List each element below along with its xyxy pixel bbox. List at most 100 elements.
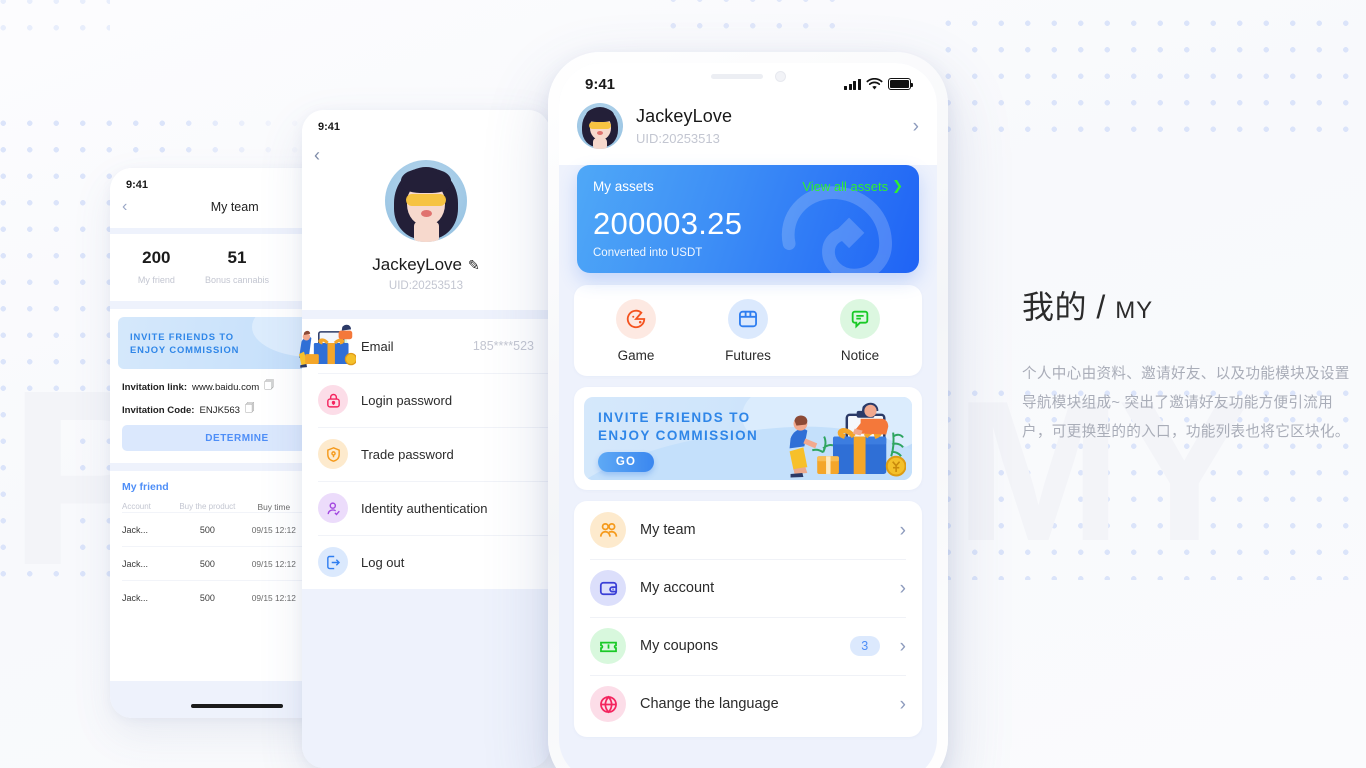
cell-account: Jack... <box>122 593 149 603</box>
profile-block: JackeyLove ✎️ UID:20253513 <box>302 142 550 292</box>
status-time: 9:41 <box>585 75 616 93</box>
cell-time: 09/15 12:12 <box>251 559 296 569</box>
dot-pattern-top-center <box>660 0 840 46</box>
menu-item-label: Change the language <box>640 696 779 712</box>
menu-item-my-account[interactable]: My account › <box>574 559 922 617</box>
profile-header-mid: › JackeyLove ✎️ UID:20253513 <box>302 138 550 310</box>
invitation-link-label: Invitation link: <box>122 381 188 393</box>
quick-action-notice[interactable]: Notice <box>804 299 916 363</box>
coupon-ticket-icon <box>590 628 626 664</box>
invitation-code-label: Invitation Code: <box>122 404 195 416</box>
banner-line-2: ENJOY COMMISSION <box>598 427 759 443</box>
cell-time: 09/15 12:12 <box>251 525 296 535</box>
personal-center-screen: 9:41 JackeyLove UID:20253513 › My assets… <box>559 63 937 768</box>
profile-uid: UID:20253513 <box>636 131 720 146</box>
invite-banner-text: INVITE FRIENDS TO ENJOY COMMISSION <box>130 330 239 357</box>
quick-action-label: Game <box>617 348 655 363</box>
menu-card: My team › My account › My coupons 3 › Ch… <box>574 501 922 737</box>
settings-row-identity[interactable]: Identity authentication <box>302 481 550 535</box>
account-settings-screen: › JackeyLove ✎️ UID:20253513 Email 185**… <box>302 138 550 768</box>
phone-account-settings: 9:41 › JackeyLove ✎️ UID:20253513 Email … <box>302 110 550 768</box>
profile-uid: UID:20253513 <box>388 280 464 292</box>
chevron-right-icon: ❯ <box>892 178 903 193</box>
tab-my-friend[interactable]: My friend <box>122 481 169 493</box>
showcase-canvas: P MY 9:41 › My team 200 My friend 51 Bon… <box>0 0 1366 768</box>
wallet-icon <box>590 570 626 606</box>
chevron-right-icon[interactable]: › <box>913 117 919 136</box>
cell-account: Jack... <box>122 559 149 569</box>
assets-card-header: My assets View all assets ❯ <box>593 178 903 194</box>
view-all-assets-link[interactable]: View all assets ❯ <box>802 178 903 194</box>
stat-my-friend: 200 My friend <box>116 248 197 285</box>
stat-label: My friend <box>137 275 175 285</box>
profile-name: JackeyLove <box>636 106 733 126</box>
settings-row-logout[interactable]: Log out <box>302 535 550 589</box>
cell-account: Jack... <box>122 525 149 535</box>
stat-value: 51 <box>227 248 247 267</box>
banner-line-1: INVITE FRIENDS TO <box>130 331 234 342</box>
assets-subtitle: Converted into USDT <box>593 247 703 259</box>
avatar[interactable] <box>577 103 623 149</box>
settings-row-login-password[interactable]: Login password <box>302 373 550 427</box>
view-all-assets-label: View all assets <box>802 178 889 194</box>
status-time: 9:41 <box>126 179 149 191</box>
menu-item-my-team[interactable]: My team › <box>574 501 922 559</box>
settings-row-trade-password[interactable]: Trade password <box>302 427 550 481</box>
earpiece-speaker <box>710 74 763 79</box>
battery-full-icon <box>888 78 914 90</box>
back-chevron-icon[interactable]: › <box>122 198 127 216</box>
user-check-icon <box>318 493 348 523</box>
settings-label: Login password <box>361 392 453 408</box>
column-header: Account <box>122 502 151 511</box>
assets-amount: 200003.25 <box>593 206 743 241</box>
description-panel: 我的 / MY 个人中心由资料、邀请好友、以及功能模块及设置导航模块组成~ 突出… <box>1022 282 1352 448</box>
go-button[interactable]: GO <box>598 451 654 472</box>
quick-action-label: Notice <box>840 348 880 363</box>
wifi-icon <box>866 77 883 90</box>
avatar[interactable] <box>385 160 467 242</box>
scroll-container[interactable]: 9:41 JackeyLove UID:20253513 › My assets… <box>559 63 937 768</box>
notice-chat-icon <box>840 299 880 339</box>
chevron-right-icon[interactable]: › <box>900 637 906 656</box>
status-bar-mid: 9:41 <box>302 110 550 138</box>
cell-product: 500 <box>199 559 215 569</box>
profile-header[interactable]: JackeyLove UID:20253513 › <box>559 97 937 165</box>
profile-name: JackeyLove <box>372 255 463 274</box>
back-chevron-icon[interactable]: › <box>314 145 320 165</box>
globe-icon <box>590 686 626 722</box>
menu-item-my-coupons[interactable]: My coupons 3 › <box>574 617 922 675</box>
copy-icon[interactable]: 🗍 <box>264 379 274 395</box>
invitation-link-value: www.baidu.com <box>192 381 260 393</box>
menu-item-label: My account <box>640 580 715 596</box>
dot-pattern-top-right <box>935 10 1366 140</box>
invite-banner-back[interactable]: INVITE FRIENDS TO ENJOY COMMISSION <box>118 317 356 369</box>
cell-time: 09/15 12:12 <box>251 593 296 603</box>
copy-icon[interactable]: 🗍 <box>245 402 255 418</box>
phone-personal-center: 9:41 JackeyLove UID:20253513 › My assets… <box>548 52 948 768</box>
chevron-right-icon[interactable]: › <box>900 695 906 714</box>
invite-banner-card: INVITE FRIENDS TO ENJOY COMMISSION GO <box>574 387 922 490</box>
quick-action-futures[interactable]: Futures <box>692 299 804 363</box>
description-text: 个人中心由资料、邀请好友、以及功能模块及设置导航模块组成~ 突出了邀请好友功能方… <box>1022 366 1350 441</box>
edit-pencil-icon[interactable]: ✎️ <box>468 257 480 274</box>
invitation-code-value: ENJK563 <box>199 404 241 416</box>
assets-card[interactable]: My assets View all assets ❯ 200003.25 Co… <box>577 165 919 273</box>
chevron-right-icon[interactable]: › <box>900 579 906 598</box>
menu-item-change-language[interactable]: Change the language › <box>574 675 922 733</box>
settings-label: Log out <box>361 554 405 570</box>
invite-banner[interactable]: INVITE FRIENDS TO ENJOY COMMISSION GO <box>584 397 912 480</box>
profile-name-row: JackeyLove ✎️ <box>372 255 480 275</box>
front-camera-icon <box>774 71 786 82</box>
settings-label: Email <box>361 338 394 354</box>
chevron-right-icon[interactable]: › <box>900 521 906 540</box>
home-indicator <box>191 704 283 708</box>
cell-product: 500 <box>199 525 215 535</box>
status-time: 9:41 <box>318 121 341 133</box>
column-header: Buy the product <box>179 502 236 511</box>
settings-value: 185****523 <box>472 339 534 353</box>
quick-action-game[interactable]: Game <box>580 299 692 363</box>
banner-line-2: ENJOY COMMISSION <box>130 344 240 356</box>
stat-bonus: 51 Bonus cannabis <box>197 248 278 285</box>
page-title-heading: 我的 / MY <box>1022 282 1352 328</box>
futures-box-icon <box>728 299 768 339</box>
